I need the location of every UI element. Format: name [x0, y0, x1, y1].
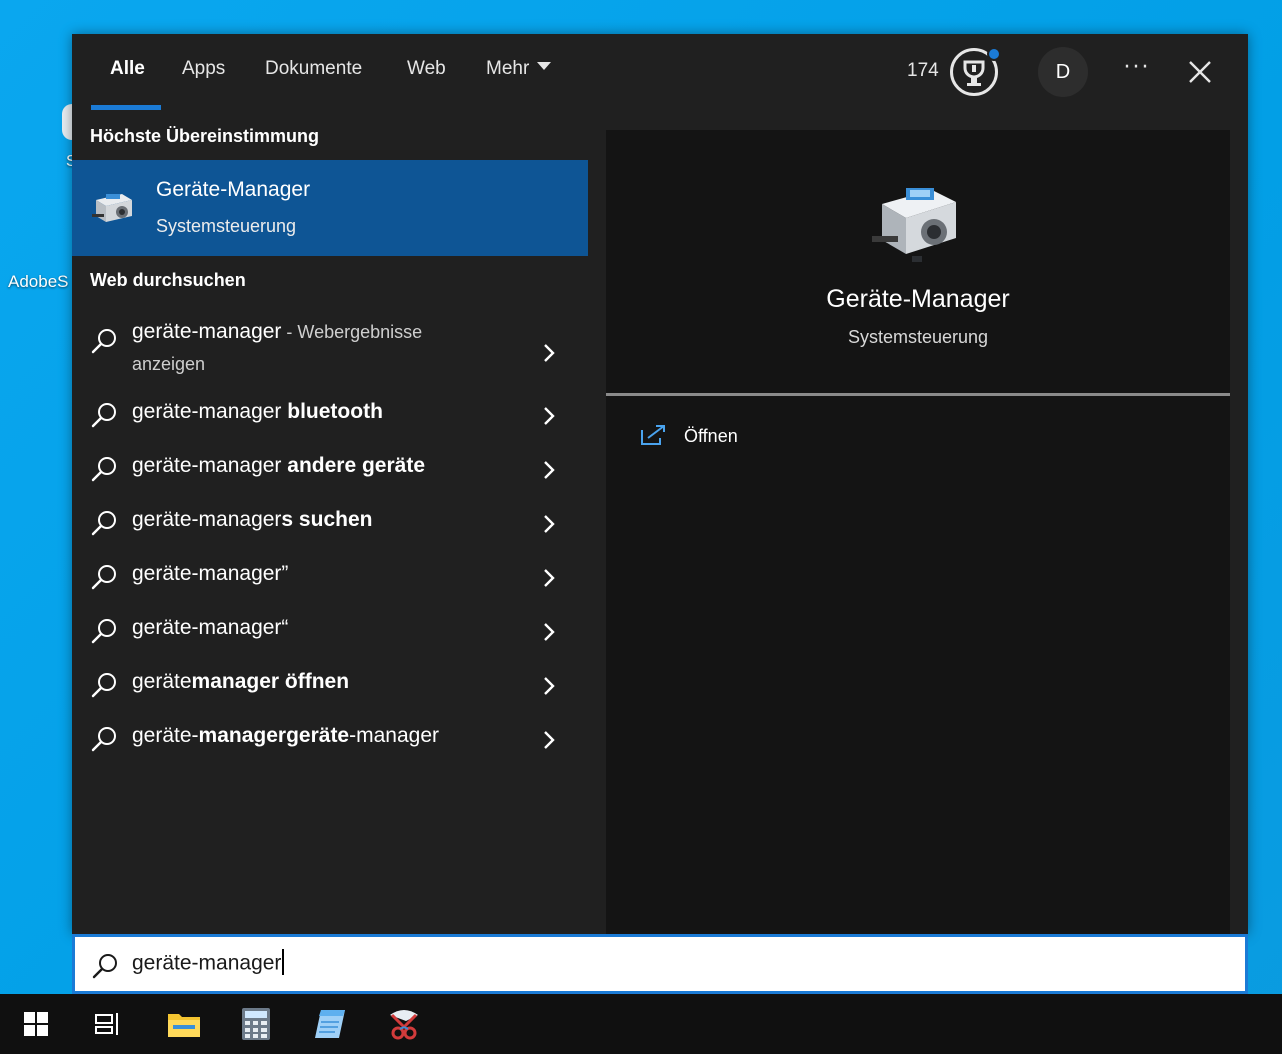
file-explorer-icon[interactable] [148, 994, 220, 1054]
web-suggestion-item[interactable]: geräte-managers suchen [72, 498, 588, 550]
tab-alle[interactable]: Alle [110, 58, 145, 88]
text-bold: managergeräte [198, 724, 350, 747]
web-suggestion-text: gerätemanager öffnen [132, 670, 349, 694]
chevron-right-icon[interactable] [540, 729, 558, 756]
text-normal: geräte-manager [132, 454, 288, 477]
search-icon [90, 671, 118, 704]
chevron-right-icon[interactable] [540, 342, 558, 369]
web-suggestion-item[interactable]: geräte-manager bluetooth [72, 390, 588, 442]
preview-subtitle: Systemsteuerung [847, 327, 989, 347]
search-icon [90, 563, 118, 596]
web-search-heading: Web durchsuchen [90, 270, 246, 290]
best-match-title: Geräte-Manager [156, 178, 311, 201]
rewards-points[interactable]: 174 [907, 60, 939, 82]
search-icon [90, 327, 118, 360]
preview-title: Geräte-Manager [826, 285, 1010, 313]
web-suggestion-text: geräte-manager” [132, 562, 288, 586]
web-suggestion-text: geräte-manager andere geräte [132, 454, 425, 478]
search-input[interactable]: geräte-manager [75, 937, 1245, 991]
chevron-right-icon[interactable] [540, 405, 558, 432]
chevron-right-icon[interactable] [540, 459, 558, 486]
device-manager-icon [872, 180, 964, 268]
preview-divider [606, 393, 1230, 396]
search-box[interactable]: geräte-manager [72, 934, 1248, 994]
notification-dot [987, 47, 1001, 61]
close-icon[interactable] [1184, 56, 1216, 88]
tab-apps[interactable]: Apps [182, 58, 225, 88]
chevron-right-icon[interactable] [540, 621, 558, 648]
web-suggestion-text: geräte-manager - Webergebnisse anzeigen [132, 316, 472, 380]
web-suggestion-item[interactable]: geräte-manager - Webergebnisse anzeigen [72, 316, 588, 388]
text-normal: geräte- [132, 724, 199, 747]
open-action-label: Öffnen [684, 426, 738, 446]
chevron-right-icon[interactable] [540, 675, 558, 702]
snipping-tool-icon[interactable] [368, 994, 440, 1054]
text-normal: geräte-manager“ [132, 616, 289, 639]
chevron-right-icon[interactable] [540, 567, 558, 594]
notepad-icon[interactable] [294, 994, 366, 1054]
tab-label: Alle [110, 58, 145, 79]
search-icon [90, 617, 118, 650]
result-preview-pane: Geräte-Manager Systemsteuerung Öffnen [606, 130, 1230, 934]
tab-label: Dokumente [265, 58, 363, 79]
active-tab-indicator [91, 105, 161, 110]
taskbar [0, 994, 1282, 1054]
windows-start-icon[interactable] [0, 994, 72, 1054]
web-suggestion-item[interactable]: geräte-manager“ [72, 606, 588, 658]
text-normal: -manager [349, 724, 440, 747]
search-icon [90, 401, 118, 434]
search-icon [91, 952, 119, 984]
search-input-value[interactable]: geräte-manager [132, 949, 285, 977]
search-panel: Alle Apps Dokumente Web Mehr 174 D ··· H… [72, 34, 1248, 934]
text-caret [282, 949, 285, 975]
web-suggestion-item[interactable]: gerätemanager öffnen [72, 660, 588, 712]
avatar[interactable]: D [1038, 47, 1088, 97]
web-suggestion-item[interactable]: geräte-managergeräte-manager [72, 714, 588, 766]
tab-label: Mehr [486, 58, 530, 79]
web-suggestion-text: geräte-managergeräte-manager [132, 724, 439, 748]
task-view-icon[interactable] [72, 994, 144, 1054]
preview-header: Geräte-Manager Systemsteuerung [606, 130, 1230, 396]
search-icon [90, 509, 118, 542]
web-suggestion-item[interactable]: geräte-manager andere geräte [72, 444, 588, 496]
tab-dokumente[interactable]: Dokumente [265, 58, 362, 88]
calculator-icon[interactable] [220, 994, 292, 1054]
search-icon [90, 455, 118, 488]
web-suggestion-text: geräte-manager bluetooth [132, 400, 383, 424]
web-suggestion-item[interactable]: geräte-manager” [72, 552, 588, 604]
web-suggestion-query: geräte-manager [132, 320, 282, 343]
open-action[interactable]: Öffnen [636, 422, 836, 458]
web-suggestion-text: geräte-managers suchen [132, 508, 372, 532]
trophy-icon[interactable] [950, 47, 1001, 96]
text-normal: geräte [132, 670, 192, 693]
more-options-button[interactable]: ··· [1122, 52, 1152, 92]
best-match-result[interactable]: Geräte-Manager Systemsteuerung [72, 160, 588, 256]
device-manager-icon [92, 190, 136, 230]
tab-web[interactable]: Web [407, 58, 446, 88]
chevron-down-icon [537, 61, 552, 70]
search-query-text: geräte-manager [132, 951, 282, 975]
text-bold: bluetooth [287, 400, 383, 423]
desktop-icon-label[interactable]: AdobeS [8, 272, 69, 292]
tab-label: Web [407, 58, 446, 79]
search-tabs-bar: Alle Apps Dokumente Web Mehr 174 D ··· [72, 34, 1248, 112]
text-normal: geräte-manager” [132, 562, 289, 585]
search-icon [90, 725, 118, 758]
text-bold: manager öffnen [191, 670, 350, 693]
text-bold: s suchen [281, 508, 373, 531]
tab-mehr[interactable]: Mehr [486, 58, 552, 88]
text-normal: geräte-manager [132, 508, 282, 531]
text-normal: geräte-manager [132, 400, 288, 423]
text-bold: andere geräte [287, 454, 425, 477]
tab-label: Apps [182, 58, 226, 79]
best-match-heading: Höchste Übereinstimmung [90, 126, 320, 146]
open-external-icon [640, 424, 668, 453]
web-suggestion-text: geräte-manager“ [132, 616, 288, 640]
best-match-subtitle: Systemsteuerung [156, 216, 297, 236]
chevron-right-icon[interactable] [540, 513, 558, 540]
